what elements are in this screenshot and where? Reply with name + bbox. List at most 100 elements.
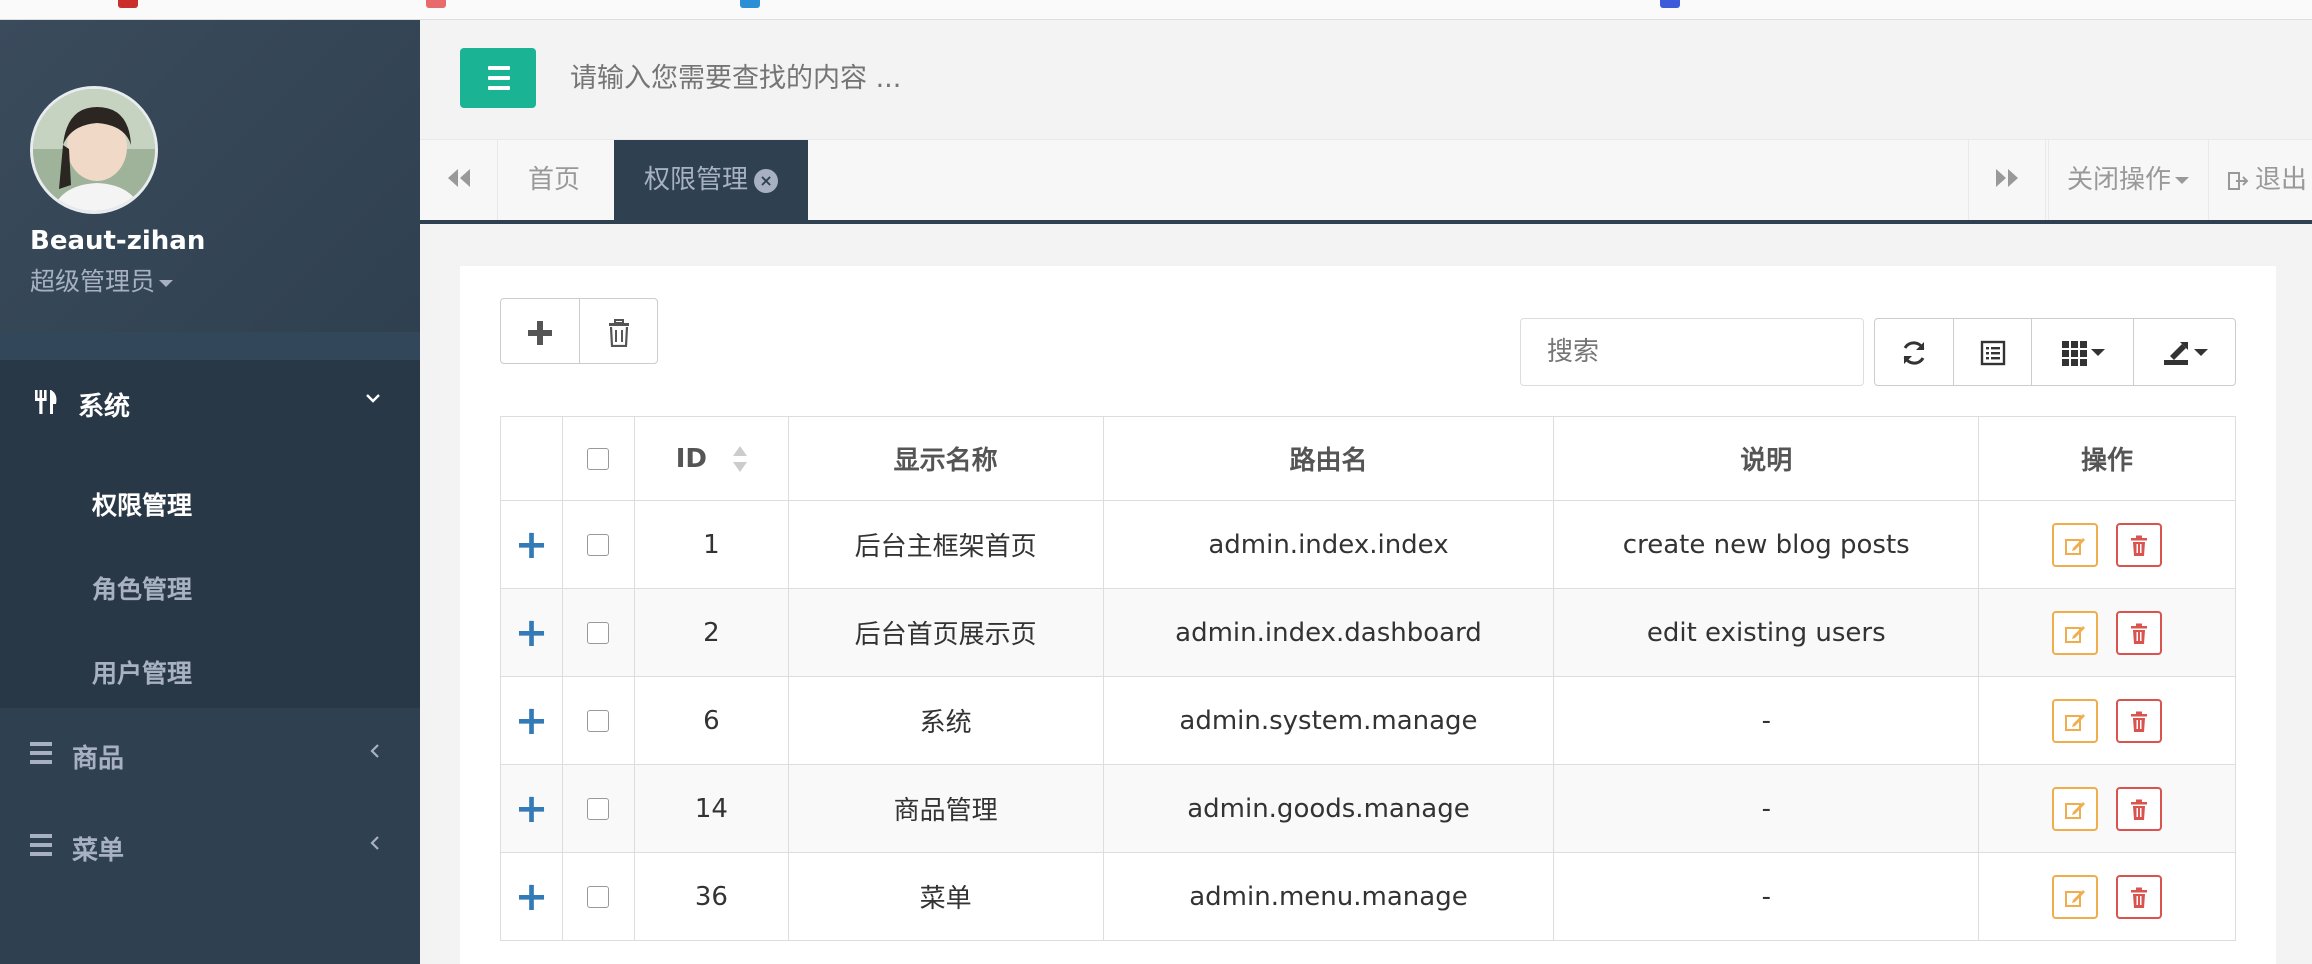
delete-row-button[interactable]: [2116, 874, 2163, 919]
edit-row-button[interactable]: [2052, 610, 2099, 655]
cell-description: edit existing users: [1553, 588, 1980, 677]
sidebar-group-system[interactable]: 系统: [0, 360, 420, 444]
delete-button[interactable]: [579, 299, 657, 363]
bookmark-icon[interactable]: [1660, 0, 1680, 8]
trash-icon: [2131, 887, 2148, 908]
row-checkbox[interactable]: [587, 622, 610, 644]
column-header-label: ID: [675, 443, 707, 474]
table-row: +2 后台首页展示页 admin.index.dashboard edit exist…: [500, 588, 2236, 677]
bars-icon-line: [488, 76, 510, 80]
sort-icon: [733, 446, 747, 472]
table-row: +14 商品管理 admin.goods.manage -: [500, 764, 2236, 853]
expand-cell[interactable]: +: [500, 676, 563, 765]
row-checkbox[interactable]: [587, 886, 610, 908]
sidebar-item-label: 菜单: [72, 836, 125, 866]
cell-route: admin.system.manage: [1102, 676, 1555, 765]
sidebar: Beaut-zihan 超级管理员 系统 权限管理 角色管理 用户管理 商品 菜…: [0, 20, 420, 964]
cell-route: admin.menu.manage: [1102, 852, 1555, 941]
edit-row-button[interactable]: [2052, 522, 2099, 567]
cell-id: 2: [633, 588, 789, 677]
edit-row-button[interactable]: [2052, 786, 2099, 831]
tab-permissions[interactable]: 权限管理 ×: [614, 140, 809, 220]
cell-id: 36: [633, 852, 789, 941]
select-cell: [561, 852, 635, 941]
expand-row-icon[interactable]: +: [515, 786, 549, 832]
close-icon[interactable]: ×: [754, 168, 779, 193]
bookmark-icon[interactable]: [118, 0, 138, 8]
export-dropdown-button[interactable]: [2133, 319, 2235, 385]
sidebar-item-roles[interactable]: 角色管理: [92, 570, 192, 606]
delete-row-button[interactable]: [2116, 522, 2163, 567]
expand-cell[interactable]: +: [500, 764, 563, 853]
select-all-checkbox[interactable]: [587, 448, 610, 470]
content-tabs: 首页 权限管理 × 关闭操作 退出: [420, 140, 2312, 224]
add-button[interactable]: [501, 299, 579, 363]
trash-icon: [2131, 623, 2148, 644]
table-panel: ID 显示名称 路由名 说明 操作 +1后台主框架首页admin.index.i…: [460, 266, 2276, 964]
logout-label: 退出: [2255, 165, 2308, 195]
expand-cell[interactable]: +: [500, 588, 563, 677]
cell-description: -: [1553, 764, 1980, 853]
expand-row-icon[interactable]: +: [515, 698, 549, 744]
select-cell: [561, 500, 635, 589]
bookmark-icon[interactable]: [426, 0, 446, 8]
edit-row-button[interactable]: [2052, 874, 2099, 919]
refresh-button[interactable]: [1875, 319, 1953, 385]
select-all-header: [561, 416, 635, 501]
list-alt-icon: [1980, 340, 2005, 365]
trash-icon: [2131, 711, 2148, 732]
sidebar-item-goods[interactable]: 商品: [0, 710, 420, 800]
expand-cell[interactable]: +: [500, 500, 563, 589]
delete-row-button[interactable]: [2116, 698, 2163, 743]
columns-dropdown-button[interactable]: [2031, 319, 2133, 385]
expand-row-icon[interactable]: +: [515, 874, 549, 920]
row-checkbox[interactable]: [587, 534, 610, 556]
close-operations-dropdown[interactable]: 关闭操作: [2048, 140, 2207, 220]
trash-icon: [2131, 535, 2148, 556]
toggle-view-button[interactable]: [1953, 319, 2031, 385]
top-search-input[interactable]: [570, 56, 1270, 100]
tabs-scroll-right-button[interactable]: [1968, 140, 2046, 220]
trash-icon: [608, 318, 629, 347]
table-row: +1 后台主框架首页 admin.index.index create new blo…: [500, 500, 2236, 589]
cell-description: -: [1553, 852, 1980, 941]
profile-name: Beaut-zihan: [30, 226, 206, 256]
cell-id: 6: [633, 676, 789, 765]
expand-cell[interactable]: +: [500, 852, 563, 941]
chevron-down-icon: [364, 388, 382, 413]
logout-button[interactable]: 退出: [2208, 140, 2307, 220]
column-header-actions: 操作: [1978, 416, 2236, 501]
top-navbar: [420, 20, 2312, 140]
menu-toggle-button[interactable]: [460, 48, 536, 108]
cutlery-icon: [35, 390, 57, 414]
cell-actions: [1978, 588, 2236, 677]
table-search-input[interactable]: [1520, 318, 1864, 386]
column-header-id[interactable]: ID: [633, 416, 789, 501]
tab-home[interactable]: 首页: [498, 140, 610, 220]
sidebar-item-menu[interactable]: 菜单: [0, 802, 420, 892]
cell-id: 1: [633, 500, 789, 589]
sidebar-item-label: 商品: [72, 744, 125, 774]
forward-icon: [1996, 169, 2018, 187]
expand-row-icon[interactable]: +: [515, 522, 549, 568]
edit-row-button[interactable]: [2052, 698, 2099, 743]
profile-role-dropdown[interactable]: 超级管理员: [30, 262, 174, 298]
row-checkbox[interactable]: [587, 710, 610, 732]
bookmark-icon[interactable]: [740, 0, 760, 8]
row-checkbox[interactable]: [587, 798, 610, 820]
permissions-table: ID 显示名称 路由名 说明 操作 +1 后台主框架首页 admin.index.i…: [500, 416, 2236, 941]
export-icon: [2163, 341, 2188, 365]
delete-row-button[interactable]: [2116, 786, 2163, 831]
select-cell: [561, 676, 635, 765]
delete-row-button[interactable]: [2116, 610, 2163, 655]
tabs-scroll-left-button[interactable]: [420, 140, 498, 220]
sidebar-item-permissions[interactable]: 权限管理: [92, 486, 192, 522]
bars-icon: [488, 66, 510, 70]
edit-icon: [2065, 626, 2086, 643]
cell-id: 14: [633, 764, 789, 853]
avatar[interactable]: [30, 86, 158, 214]
expand-header: [500, 416, 563, 501]
nav-section-system: 系统 权限管理 角色管理 用户管理: [0, 360, 420, 708]
expand-row-icon[interactable]: +: [515, 610, 549, 656]
sidebar-item-users[interactable]: 用户管理: [92, 654, 192, 690]
